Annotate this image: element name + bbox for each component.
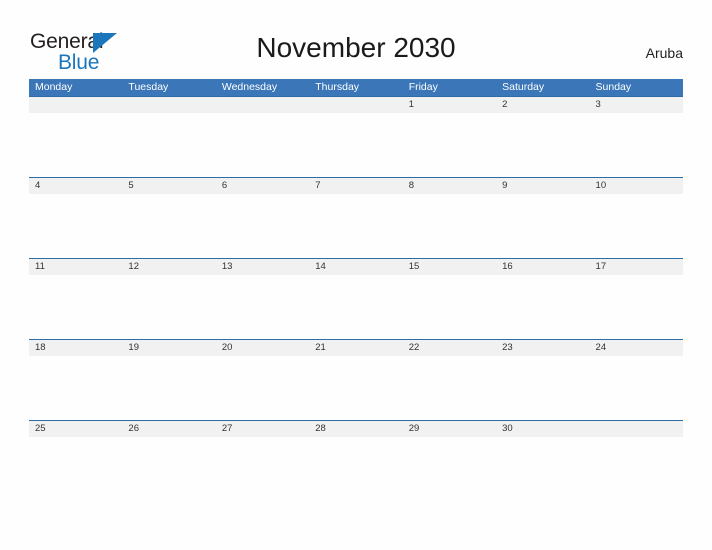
day-cell[interactable]: 9 — [496, 178, 589, 194]
day-cell[interactable]: 15 — [403, 259, 496, 275]
weekday-monday: Monday — [35, 81, 73, 93]
day-cell[interactable]: 5 — [122, 178, 215, 194]
day-cell[interactable]: 12 — [122, 259, 215, 275]
day-cell[interactable] — [122, 97, 215, 113]
day-cell[interactable]: 26 — [122, 421, 215, 437]
week-dates-band: 25 26 27 28 29 30 — [29, 420, 683, 437]
day-cell[interactable]: 3 — [590, 97, 683, 113]
day-cell[interactable] — [216, 97, 309, 113]
weekday-saturday: Saturday — [502, 81, 545, 93]
calendar-grid: Monday Tuesday Wednesday Thursday Friday… — [29, 79, 683, 501]
page-header: General Blue November 2030 Aruba — [0, 0, 712, 78]
week-dates-band: 4 5 6 7 8 9 10 — [29, 177, 683, 194]
day-cell[interactable]: 4 — [29, 178, 122, 194]
week-row: 4 5 6 7 8 9 10 — [29, 177, 683, 258]
page-title: November 2030 — [256, 32, 456, 63]
day-cell[interactable]: 29 — [403, 421, 496, 437]
week-dates-band: 18 19 20 21 22 23 24 — [29, 339, 683, 356]
day-cell[interactable]: 14 — [309, 259, 402, 275]
day-cell[interactable] — [29, 97, 122, 113]
day-cell[interactable]: 21 — [309, 340, 402, 356]
day-cell[interactable]: 30 — [496, 421, 589, 437]
day-cell[interactable]: 28 — [309, 421, 402, 437]
week-notes-area[interactable] — [29, 275, 683, 339]
week-row: 1 2 3 — [29, 96, 683, 177]
day-cell[interactable] — [309, 97, 402, 113]
weekday-header-row: Monday Tuesday Wednesday Thursday Friday… — [29, 79, 683, 96]
week-notes-area[interactable] — [29, 194, 683, 258]
day-cell[interactable]: 7 — [309, 178, 402, 194]
day-cell[interactable]: 19 — [122, 340, 215, 356]
weekday-sunday: Sunday — [595, 81, 632, 93]
day-cell[interactable]: 6 — [216, 178, 309, 194]
day-cell[interactable]: 22 — [403, 340, 496, 356]
day-cell[interactable]: 20 — [216, 340, 309, 356]
weekday-friday: Friday — [408, 81, 438, 93]
week-notes-area[interactable] — [29, 437, 683, 501]
calendar-page: General Blue November 2030 Aruba Monday … — [0, 0, 712, 550]
weekday-wednesday: Wednesday — [221, 81, 278, 93]
week-dates-band: 11 12 13 14 15 16 17 — [29, 258, 683, 275]
day-cell[interactable]: 24 — [590, 340, 683, 356]
day-cell[interactable]: 18 — [29, 340, 122, 356]
region-label: Aruba — [645, 45, 683, 61]
week-notes-area[interactable] — [29, 356, 683, 420]
day-cell[interactable]: 27 — [216, 421, 309, 437]
day-cell[interactable]: 17 — [590, 259, 683, 275]
day-cell[interactable]: 1 — [403, 97, 496, 113]
day-cell[interactable]: 11 — [29, 259, 122, 275]
week-row: 18 19 20 21 22 23 24 — [29, 339, 683, 420]
weekday-tuesday: Tuesday — [128, 81, 169, 93]
week-notes-area[interactable] — [29, 113, 683, 177]
day-cell[interactable]: 25 — [29, 421, 122, 437]
day-cell[interactable]: 13 — [216, 259, 309, 275]
day-cell[interactable]: 10 — [590, 178, 683, 194]
weekday-thursday: Thursday — [315, 81, 360, 93]
week-row: 25 26 27 28 29 30 — [29, 420, 683, 501]
day-cell[interactable]: 2 — [496, 97, 589, 113]
week-row: 11 12 13 14 15 16 17 — [29, 258, 683, 339]
day-cell[interactable] — [590, 421, 683, 437]
day-cell[interactable]: 16 — [496, 259, 589, 275]
day-cell[interactable]: 8 — [403, 178, 496, 194]
day-cell[interactable]: 23 — [496, 340, 589, 356]
week-dates-band: 1 2 3 — [29, 96, 683, 113]
